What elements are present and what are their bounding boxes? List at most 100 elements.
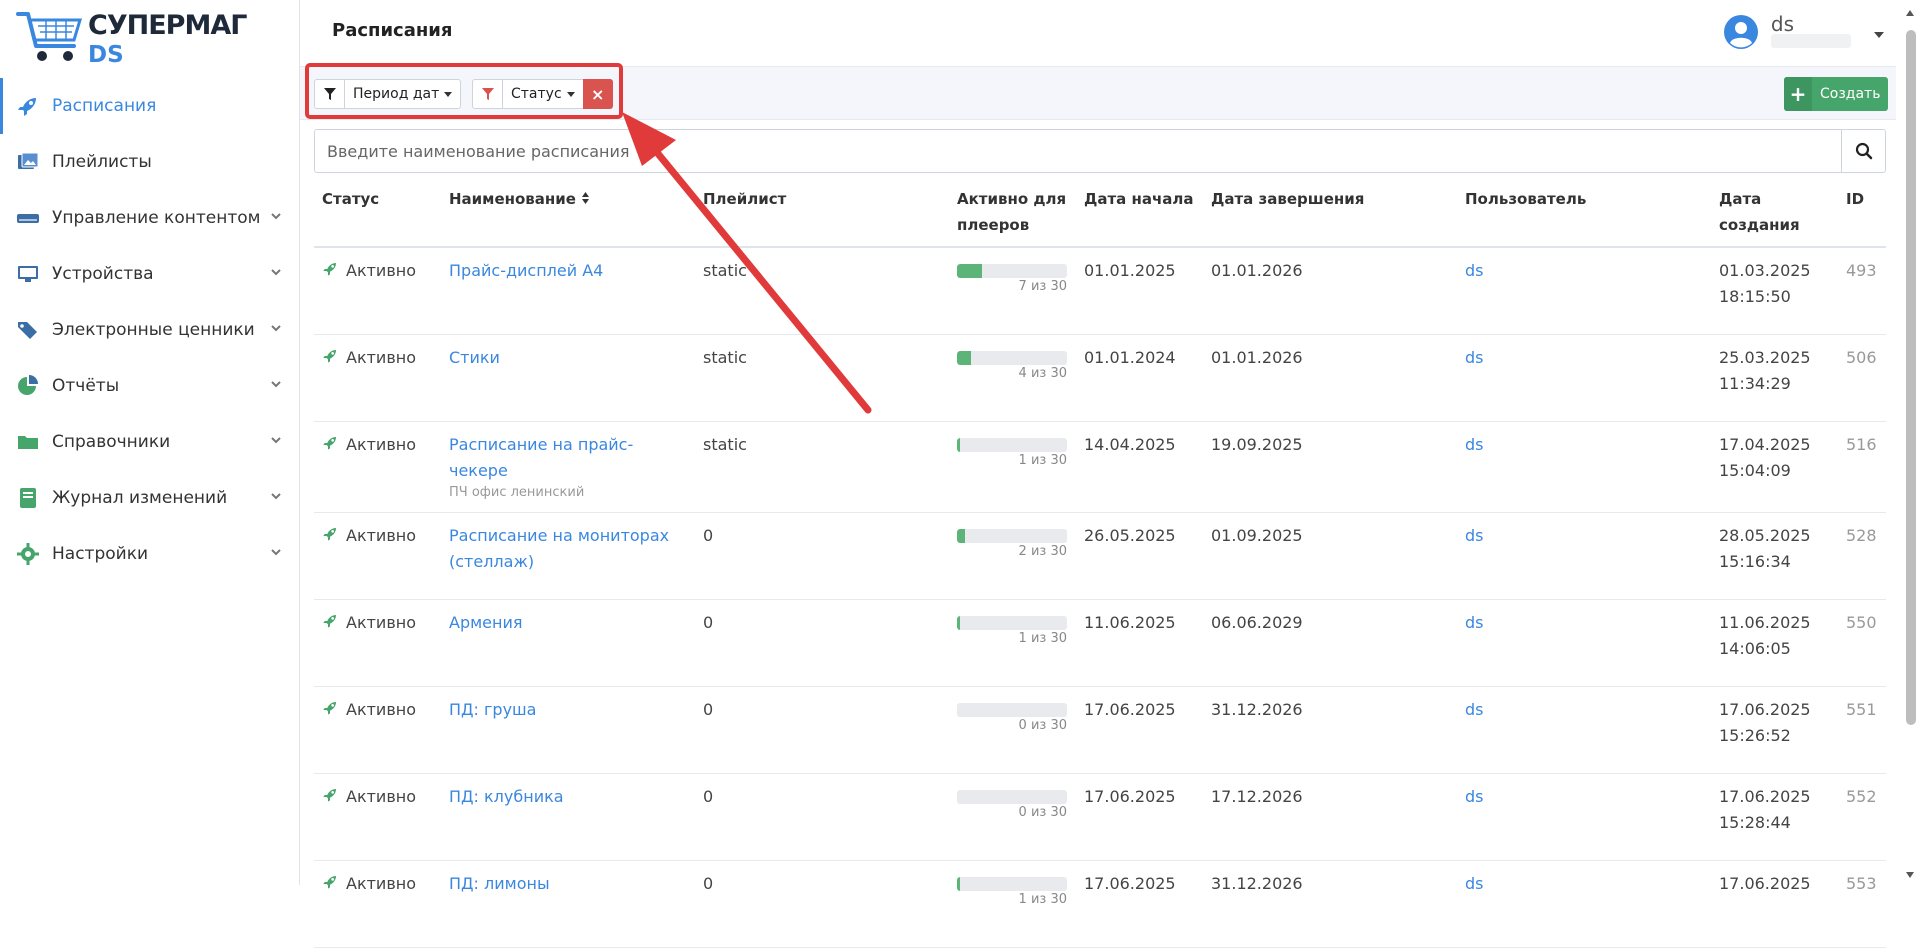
rocket-icon <box>323 788 336 802</box>
active-players-cell: 7 из 30 <box>949 247 1076 335</box>
user-redacted <box>1770 34 1851 48</box>
main-content: Расписания ds Период дат Статус × + Созд… <box>300 0 1920 948</box>
created-time: 15:04:09 <box>1719 460 1791 480</box>
sort-icon[interactable] <box>581 191 590 205</box>
created-time: 18:15:50 <box>1719 287 1791 306</box>
created-date: 17.06.2025 <box>1719 786 1811 806</box>
sidebar-item-reports[interactable]: Отчёты <box>0 358 300 414</box>
progress-text: 0 из 30 <box>1018 804 1067 820</box>
book-icon <box>20 488 36 508</box>
schedule-name-link[interactable]: Прайс-дисплей А4 <box>449 258 687 284</box>
sidebar-item-price-tags[interactable]: Электронные ценники <box>0 302 300 358</box>
user-link[interactable]: ds <box>1465 526 1484 545</box>
sidebar-item-playlists[interactable]: Плейлисты <box>0 134 300 190</box>
sidebar-item-changelog[interactable]: Журнал изменений <box>0 470 300 526</box>
chevron-down-icon[interactable] <box>270 378 282 390</box>
col-start[interactable]: Дата начала <box>1076 178 1203 248</box>
created-cell: 17.04.2025 15:04:09 <box>1711 421 1838 513</box>
sidebar-item-settings[interactable]: Настройки <box>0 526 300 582</box>
logo[interactable]: СУПЕРМАГ DS <box>16 8 247 68</box>
user-link[interactable]: ds <box>1465 613 1484 632</box>
table-row[interactable]: Активно Расписание на прайс-чекере ПЧ офис… <box>314 421 1886 513</box>
col-id[interactable]: ID <box>1838 178 1886 248</box>
scrollbar-thumb[interactable] <box>1906 30 1916 725</box>
table-row[interactable]: Активно ПД: клубника 0 0 из 30 17.06.2025 17.… <box>314 773 1886 861</box>
sidebar-item-label: Плейлисты <box>52 152 152 172</box>
col-playlist[interactable]: Плейлист <box>695 178 949 248</box>
chevron-down-icon[interactable] <box>270 546 282 558</box>
schedule-name-link[interactable]: Армения <box>449 610 687 636</box>
schedule-name-link[interactable]: Расписание на мониторах (стеллаж) <box>449 523 687 575</box>
chevron-down-icon[interactable] <box>270 434 282 446</box>
user-link[interactable]: ds <box>1465 261 1484 280</box>
schedule-name-link[interactable]: ПД: груша <box>449 697 687 723</box>
sidebar: СУПЕРМАГ DS Расписания Плейлисты Управле… <box>0 0 300 885</box>
id-cell: 516 <box>1838 421 1886 513</box>
col-name[interactable]: Наименование <box>441 178 695 248</box>
col-created[interactable]: Дата создания <box>1711 178 1838 248</box>
folder-icon <box>18 436 38 449</box>
caret-down-icon[interactable] <box>1874 32 1884 38</box>
schedule-name-link[interactable]: ПД: лимоны <box>449 871 687 897</box>
scroll-up-icon[interactable] <box>1906 10 1914 16</box>
create-button[interactable]: + Создать <box>1784 77 1888 111</box>
chevron-down-icon[interactable] <box>270 210 282 222</box>
table-row[interactable]: Активно Стики static 4 из 30 01.01.2024 01.01… <box>314 334 1886 422</box>
status-text: Активно <box>346 525 417 545</box>
schedule-name-link[interactable]: Расписание на прайс-чекере <box>449 432 687 484</box>
name-cell: Расписание на мониторах (стеллаж) <box>441 512 695 600</box>
search-button[interactable] <box>1841 130 1885 172</box>
sidebar-item-devices[interactable]: Устройства <box>0 246 300 302</box>
table-row[interactable]: Активно Прайс-дисплей А4 static 7 из 30 01.0… <box>314 247 1886 335</box>
rocket-icon <box>323 349 336 363</box>
table-row[interactable]: Активно ПД: лимоны 0 1 из 30 17.06.2025 31.12… <box>314 860 1886 948</box>
rocket-icon <box>323 701 336 715</box>
user-link[interactable]: ds <box>1465 435 1484 454</box>
active-players-cell: 1 из 30 <box>949 860 1076 948</box>
sidebar-item-label: Электронные ценники <box>52 320 255 340</box>
table-row[interactable]: Активно Расписание на мониторах (стеллаж)… <box>314 512 1886 600</box>
name-cell: ПД: груша <box>441 686 695 774</box>
created-time: 15:26:52 <box>1719 725 1791 745</box>
search-input[interactable] <box>315 130 1841 172</box>
status-text: Активно <box>346 699 417 719</box>
chevron-down-icon[interactable] <box>270 322 282 334</box>
table-row[interactable]: Активно ПД: груша 0 0 из 30 17.06.2025 31.12.… <box>314 686 1886 774</box>
status-cell: Активно <box>314 247 441 335</box>
sidebar-item-references[interactable]: Справочники <box>0 414 300 470</box>
user-cell: ds <box>1457 599 1711 687</box>
created-cell: 17.06.2025 15:28:44 <box>1711 773 1838 861</box>
end-date-cell: 01.09.2025 <box>1203 512 1457 600</box>
col-active[interactable]: Активно для плееров <box>949 178 1076 248</box>
user-menu[interactable]: ds <box>1723 12 1884 50</box>
user-cell: ds <box>1457 686 1711 774</box>
col-status[interactable]: Статус <box>314 178 441 248</box>
table-row[interactable]: Активно Армения 0 1 из 30 11.06.2025 06.06.20… <box>314 599 1886 687</box>
scroll-down-icon[interactable] <box>1906 872 1914 878</box>
user-link[interactable]: ds <box>1465 787 1484 806</box>
col-user[interactable]: Пользователь <box>1457 178 1711 248</box>
schedule-name-link[interactable]: ПД: клубника <box>449 784 687 810</box>
user-link[interactable]: ds <box>1465 348 1484 367</box>
status-cell: Активно <box>314 686 441 774</box>
created-time: 14:06:05 <box>1719 638 1791 658</box>
created-date: 17.06.2025 <box>1719 873 1811 893</box>
schedule-name-link[interactable]: Стики <box>449 345 687 371</box>
rocket-icon <box>323 614 336 628</box>
progress-bar-fill <box>957 876 961 891</box>
col-end[interactable]: Дата завершения <box>1203 178 1457 248</box>
user-link[interactable]: ds <box>1465 700 1484 719</box>
chevron-down-icon[interactable] <box>270 266 282 278</box>
progress-text: 0 из 30 <box>1018 717 1067 733</box>
user-link[interactable]: ds <box>1465 874 1484 893</box>
user-cell: ds <box>1457 421 1711 513</box>
chevron-down-icon[interactable] <box>270 490 282 502</box>
status-text: Активно <box>346 347 417 367</box>
table-body: Активно Прайс-дисплей А4 static 7 из 30 01.0… <box>314 247 1886 948</box>
progress-bar-fill <box>957 528 965 543</box>
sidebar-item-schedules[interactable]: Расписания <box>0 78 300 134</box>
sidebar-nav: Расписания Плейлисты Управление контенто… <box>0 78 300 582</box>
sidebar-item-content[interactable]: Управление контентом <box>0 190 300 246</box>
status-cell: Активно <box>314 421 441 513</box>
playlist-cell: 0 <box>695 773 949 861</box>
